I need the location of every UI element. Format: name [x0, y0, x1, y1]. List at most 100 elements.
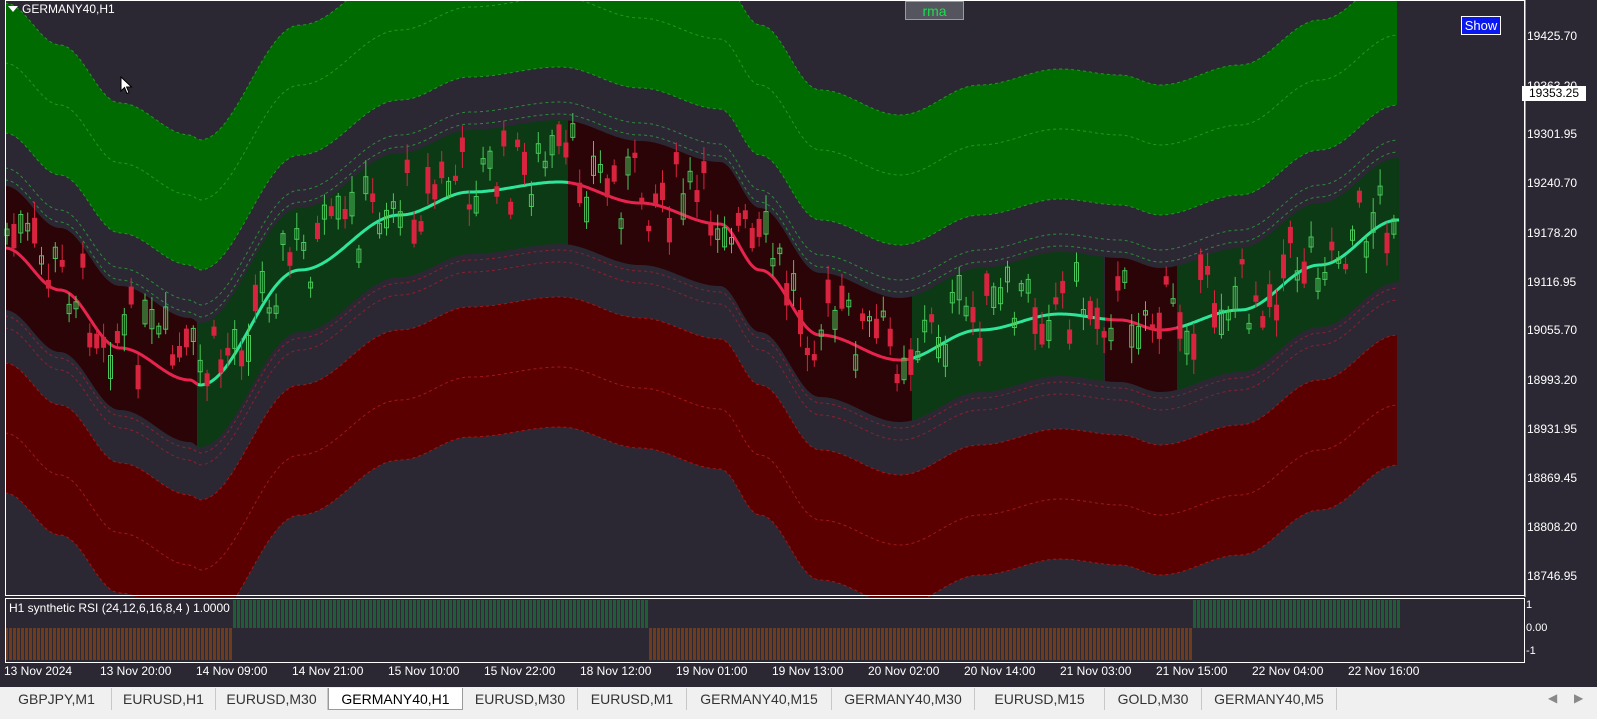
- rsi-bar-up: [373, 600, 376, 628]
- rsi-bar-up: [573, 600, 576, 628]
- chart-tab[interactable]: EURUSD,M15: [975, 688, 1105, 710]
- rsi-bar-up: [361, 600, 364, 628]
- rsi-bar-down: [941, 628, 944, 660]
- mouse-cursor-icon: [120, 76, 133, 95]
- rsi-bar-up: [1381, 600, 1384, 628]
- rsi-bar-up: [593, 600, 596, 628]
- rma-indicator-button[interactable]: rma: [905, 1, 964, 20]
- rsi-bar-down: [769, 628, 772, 660]
- scroll-left-icon[interactable]: ◀: [1548, 691, 1557, 705]
- rsi-bar-up: [633, 600, 636, 628]
- rsi-bar-down: [185, 628, 188, 660]
- chart-tab[interactable]: GERMANY40,M5: [1202, 688, 1337, 710]
- rsi-bar-down: [21, 628, 24, 660]
- candle-body: [59, 260, 65, 267]
- chart-tab[interactable]: GBPJPY,M1: [2, 688, 112, 710]
- rsi-bar-down: [9, 628, 12, 660]
- rsi-bar-up: [253, 600, 256, 628]
- rsi-axis-label: 1: [1526, 599, 1533, 611]
- candle-body: [1177, 312, 1183, 339]
- rsi-bar-down: [897, 628, 900, 660]
- rsi-bar-up: [1265, 600, 1268, 628]
- rsi-bar-up: [345, 600, 348, 628]
- rsi-bar-down: [705, 628, 708, 660]
- candle-body: [1205, 266, 1211, 275]
- rsi-bar-down: [873, 628, 876, 660]
- candle-body: [11, 224, 17, 249]
- candle-body: [466, 204, 472, 210]
- rsi-bar-up: [377, 600, 380, 628]
- time-axis-label: 20 Nov 14:00: [964, 664, 1036, 678]
- candle-body: [1039, 323, 1045, 345]
- candle-body: [225, 347, 231, 356]
- candle-body: [639, 197, 645, 204]
- chart-tab-active[interactable]: GERMANY40,H1: [328, 688, 463, 710]
- rsi-bar-down: [1105, 628, 1108, 660]
- rsi-bar-up: [449, 600, 452, 628]
- rsi-bar-down: [1077, 628, 1080, 660]
- rsi-bar-down: [1033, 628, 1036, 660]
- chart-tab[interactable]: EURUSD,M30: [216, 688, 328, 710]
- rsi-bar-up: [429, 600, 432, 628]
- candle-body: [798, 310, 803, 335]
- candle-body: [756, 218, 762, 237]
- rsi-bar-up: [1353, 600, 1356, 628]
- synthetic-rsi-histogram[interactable]: [0, 598, 1597, 664]
- chart-tab[interactable]: GOLD,M30: [1105, 688, 1202, 710]
- chart-tab[interactable]: EURUSD,M30: [463, 688, 578, 710]
- rsi-bar-up: [1333, 600, 1336, 628]
- rsi-bar-down: [861, 628, 864, 660]
- chart-tab[interactable]: EURUSD,H1: [112, 688, 216, 710]
- candle-body: [1115, 276, 1121, 291]
- rsi-indicator-title: H1 synthetic RSI (24,12,6,16,8,4 ) 1.000…: [9, 601, 230, 615]
- candle-body: [204, 373, 210, 387]
- scroll-right-icon[interactable]: ▶: [1574, 691, 1583, 705]
- rsi-bar-up: [1289, 600, 1292, 628]
- candle-body: [170, 354, 176, 366]
- rsi-bar-down: [889, 628, 892, 660]
- rsi-bar-down: [881, 628, 884, 660]
- candle-body: [1060, 280, 1066, 294]
- rsi-bar-up: [1253, 600, 1256, 628]
- candle-body: [1239, 259, 1245, 265]
- rsi-bar-down: [849, 628, 852, 660]
- candle-body: [287, 252, 293, 266]
- dropdown-triangle-icon[interactable]: [8, 6, 18, 12]
- rsi-bar-down: [793, 628, 796, 660]
- chart-tab[interactable]: GERMANY40,M15: [687, 688, 832, 710]
- rsi-bar-down: [1061, 628, 1064, 660]
- chart-tab[interactable]: EURUSD,M1: [578, 688, 687, 710]
- rsi-bar-up: [365, 600, 368, 628]
- rsi-bar-down: [57, 628, 60, 660]
- candle-body: [1356, 190, 1362, 203]
- rsi-bar-down: [929, 628, 932, 660]
- candle-body: [239, 350, 245, 367]
- rsi-bar-down: [857, 628, 860, 660]
- candle-body: [701, 161, 707, 174]
- rsi-bar-up: [1261, 600, 1264, 628]
- rsi-bar-down: [1137, 628, 1140, 660]
- time-axis-label: 21 Nov 03:00: [1060, 664, 1132, 678]
- rsi-bar-up: [317, 600, 320, 628]
- rsi-bar-up: [1237, 600, 1240, 628]
- rsi-bar-down: [1005, 628, 1008, 660]
- price-axis-label: 18993.20: [1527, 373, 1578, 387]
- rsi-bar-up: [349, 600, 352, 628]
- chart-tab[interactable]: GERMANY40,M30: [832, 688, 975, 710]
- show-button[interactable]: Show: [1461, 16, 1501, 35]
- rsi-bar-up: [605, 600, 608, 628]
- rsi-bar-down: [217, 628, 220, 660]
- rsi-bar-up: [549, 600, 552, 628]
- candle-body: [1384, 232, 1390, 254]
- rsi-bar-down: [933, 628, 936, 660]
- candle-body: [1287, 226, 1293, 244]
- rsi-bar-down: [669, 628, 672, 660]
- candle-body: [1149, 324, 1155, 330]
- rsi-bar-down: [749, 628, 752, 660]
- rsi-bar-up: [1341, 600, 1344, 628]
- candle-body: [839, 285, 845, 309]
- rsi-bar-down: [809, 628, 812, 660]
- rsi-axis-label: 0.00: [1526, 622, 1548, 634]
- price-chart[interactable]: [0, 0, 1597, 597]
- rsi-bar-down: [1129, 628, 1132, 660]
